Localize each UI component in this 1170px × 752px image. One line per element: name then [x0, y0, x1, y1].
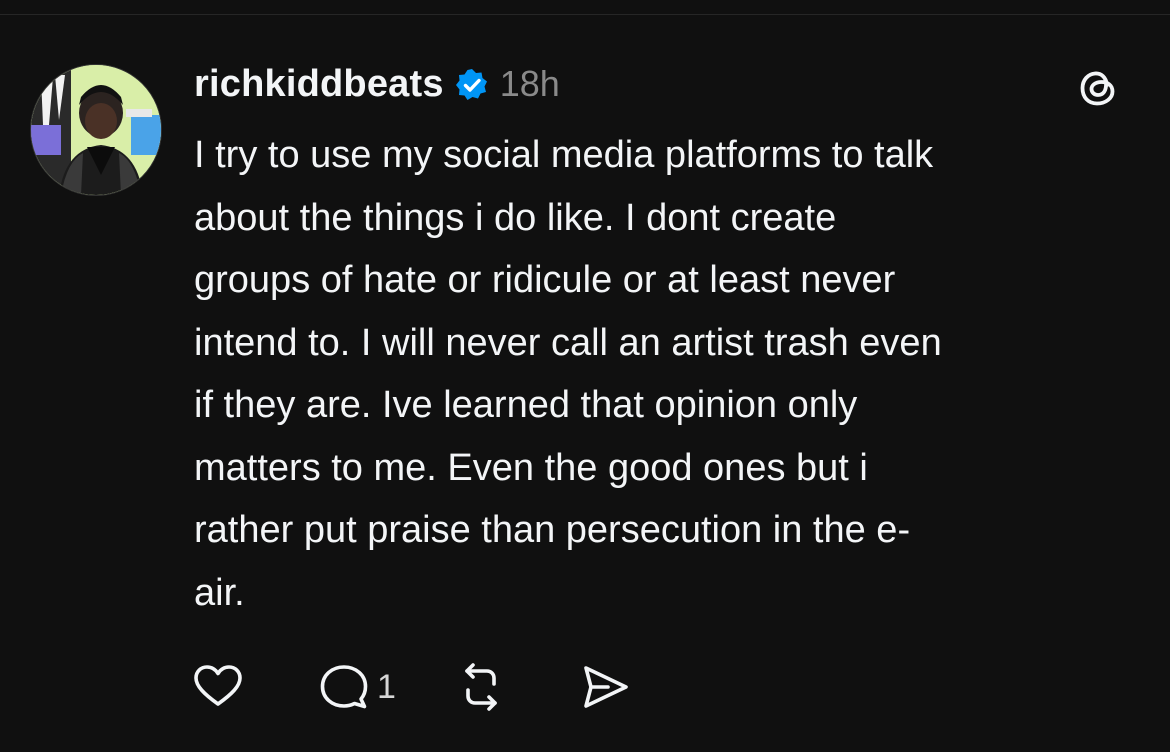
reply-button[interactable]: 1: [317, 660, 396, 714]
reply-count: 1: [377, 667, 396, 706]
send-icon: [584, 666, 628, 708]
post-timestamp: 18h: [499, 63, 560, 104]
username[interactable]: richkiddbeats: [194, 63, 444, 106]
threads-logo-icon[interactable]: [1074, 64, 1122, 112]
post-actions: 1: [191, 660, 632, 714]
post-text: I try to use my social media platforms t…: [194, 134, 942, 614]
repost-icon: [465, 663, 497, 711]
like-button[interactable]: [191, 660, 245, 714]
avatar[interactable]: [30, 64, 162, 196]
post-header: richkiddbeats 18h: [194, 58, 560, 110]
share-button[interactable]: [578, 660, 632, 714]
verified-badge-icon: [454, 67, 490, 103]
repost-button[interactable]: [454, 660, 508, 714]
comment-icon: [320, 665, 368, 709]
heart-icon: [194, 665, 242, 706]
top-divider: [0, 0, 1170, 15]
avatar-photo: [31, 65, 161, 195]
